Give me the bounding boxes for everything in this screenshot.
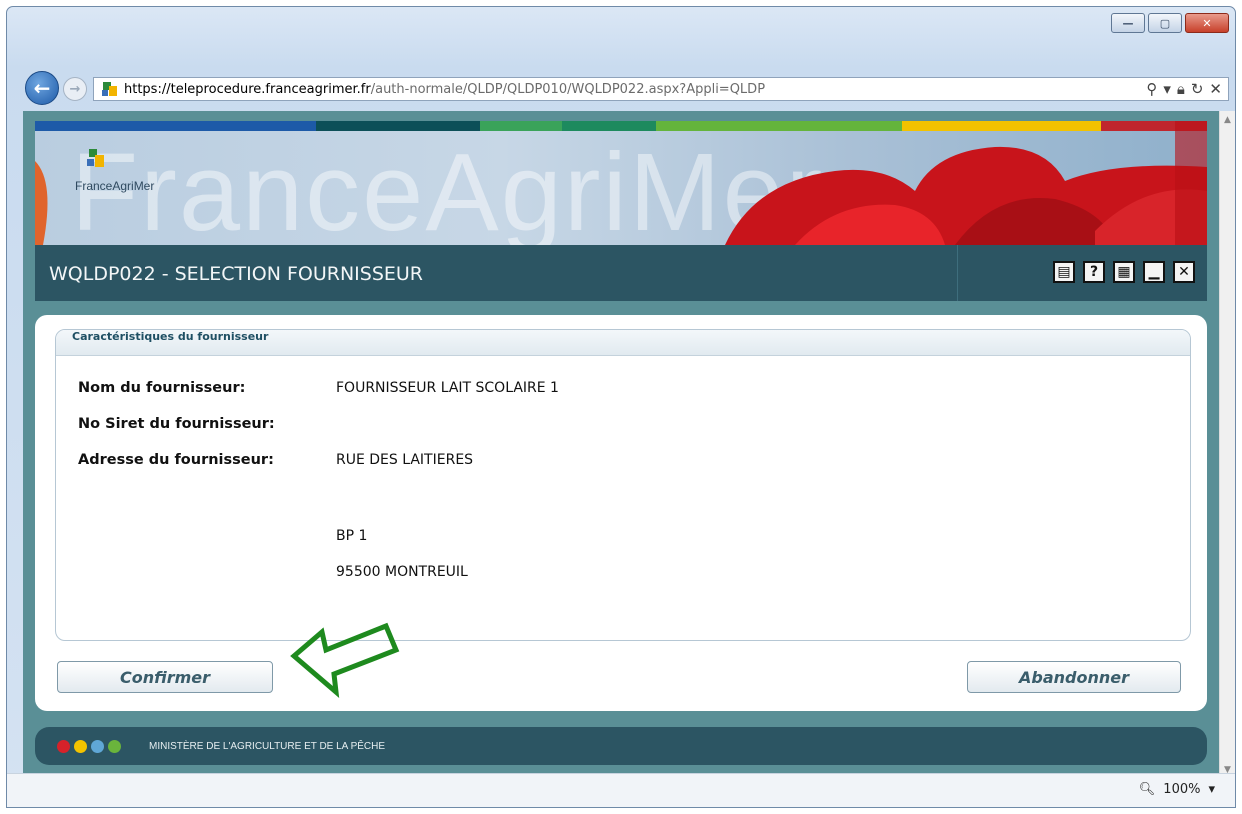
fieldset-legend: Caractéristiques du fournisseur [56, 330, 1190, 356]
page-content: FranceAgriMer FranceAgriMer WQLDP022 - S… [23, 111, 1219, 779]
close-window-button[interactable]: ✕ [1185, 13, 1229, 33]
zoom-dropdown-icon[interactable]: ▾ [1208, 782, 1215, 797]
blue-dot-icon [91, 740, 104, 753]
url-text: https://teleprocedure.franceagrimer.fr/a… [124, 82, 765, 97]
footer-dots [57, 740, 121, 753]
address-line2: BP 1 [336, 528, 368, 544]
address-line3: 95500 MONTREUIL [336, 564, 468, 580]
name-label: Nom du fournisseur: [78, 380, 246, 396]
url-host: https://teleprocedure.franceagrimer.fr [124, 81, 371, 97]
page-header-bar: WQLDP022 - SELECTION FOURNISSEUR ▤ ? ▦ ▁… [35, 245, 1207, 301]
annotation-arrow-icon [290, 622, 400, 698]
window-controls: — ▢ ✕ [1111, 13, 1229, 33]
red-dot-icon [57, 740, 70, 753]
zoom-control[interactable]: 🔍︎ 100% ▾ [1139, 782, 1215, 797]
browser-window: — ▢ ✕ ← → https://teleprocedure.franceag… [6, 6, 1236, 808]
supplier-fieldset: Caractéristiques du fournisseur Nom du f… [55, 329, 1191, 641]
confirm-button[interactable]: Confirmer [57, 661, 273, 693]
address-bar[interactable]: https://teleprocedure.franceagrimer.fr/a… [93, 77, 1229, 101]
search-icon[interactable]: ⚲ [1146, 80, 1157, 98]
yellow-dot-icon [74, 740, 87, 753]
maximize-window-button[interactable]: ▢ [1148, 13, 1182, 33]
help-icon[interactable]: ? [1083, 261, 1105, 283]
forward-button[interactable]: → [63, 77, 87, 101]
header-toolbar: ▤ ? ▦ ▁ ✕ [1053, 261, 1195, 283]
zoom-icon: 🔍︎ [1138, 782, 1156, 797]
zoom-level: 100% [1163, 782, 1201, 797]
address-tools: ⚲ ▾ 🔒︎ ↻ ✕ [1146, 80, 1222, 98]
address-line1: RUE DES LAITIERES [336, 452, 474, 468]
main-panel: Caractéristiques du fournisseur Nom du f… [35, 315, 1207, 711]
franceagrimer-favicon-icon [100, 80, 118, 98]
stop-icon[interactable]: ✕ [1209, 80, 1222, 98]
dropdown-arrow-icon[interactable]: ▾ [1163, 80, 1171, 98]
franceagrimer-logo-icon [71, 147, 111, 183]
cancel-button[interactable]: Abandonner [967, 661, 1181, 693]
tulip-image [35, 121, 1207, 245]
green-dot-icon [108, 740, 121, 753]
minimize-icon[interactable]: ▁ [1143, 261, 1165, 283]
header-divider [957, 245, 958, 301]
address-label: Adresse du fournisseur: [78, 452, 274, 468]
back-button[interactable]: ← [25, 71, 59, 105]
page-footer: MINISTÈRE DE L'AGRICULTURE ET DE LA PÊCH… [35, 727, 1207, 765]
document-icon[interactable]: ▤ [1053, 261, 1075, 283]
url-path: /auth-normale/QLDP/QLDP010/WQLDP022.aspx… [370, 81, 766, 97]
print-icon[interactable]: ▦ [1113, 261, 1135, 283]
status-bar: 🔍︎ 100% ▾ [7, 773, 1235, 807]
name-value: FOURNISSEUR LAIT SCOLAIRE 1 [336, 380, 559, 396]
page-title: WQLDP022 - SELECTION FOURNISSEUR [49, 263, 423, 285]
scroll-up-icon[interactable]: ▲ [1224, 115, 1231, 125]
refresh-icon[interactable]: ↻ [1191, 80, 1204, 98]
lock-icon[interactable]: 🔒︎ [1177, 80, 1185, 98]
siret-label: No Siret du fournisseur: [78, 416, 275, 432]
franceagrimer-banner: FranceAgriMer FranceAgriMer [35, 121, 1207, 245]
logo-text: FranceAgriMer [75, 179, 155, 193]
minimize-window-button[interactable]: — [1111, 13, 1145, 33]
close-icon[interactable]: ✕ [1173, 261, 1195, 283]
ministry-text: MINISTÈRE DE L'AGRICULTURE ET DE LA PÊCH… [149, 741, 386, 752]
vertical-scrollbar[interactable]: ▲ ▼ [1219, 111, 1235, 779]
